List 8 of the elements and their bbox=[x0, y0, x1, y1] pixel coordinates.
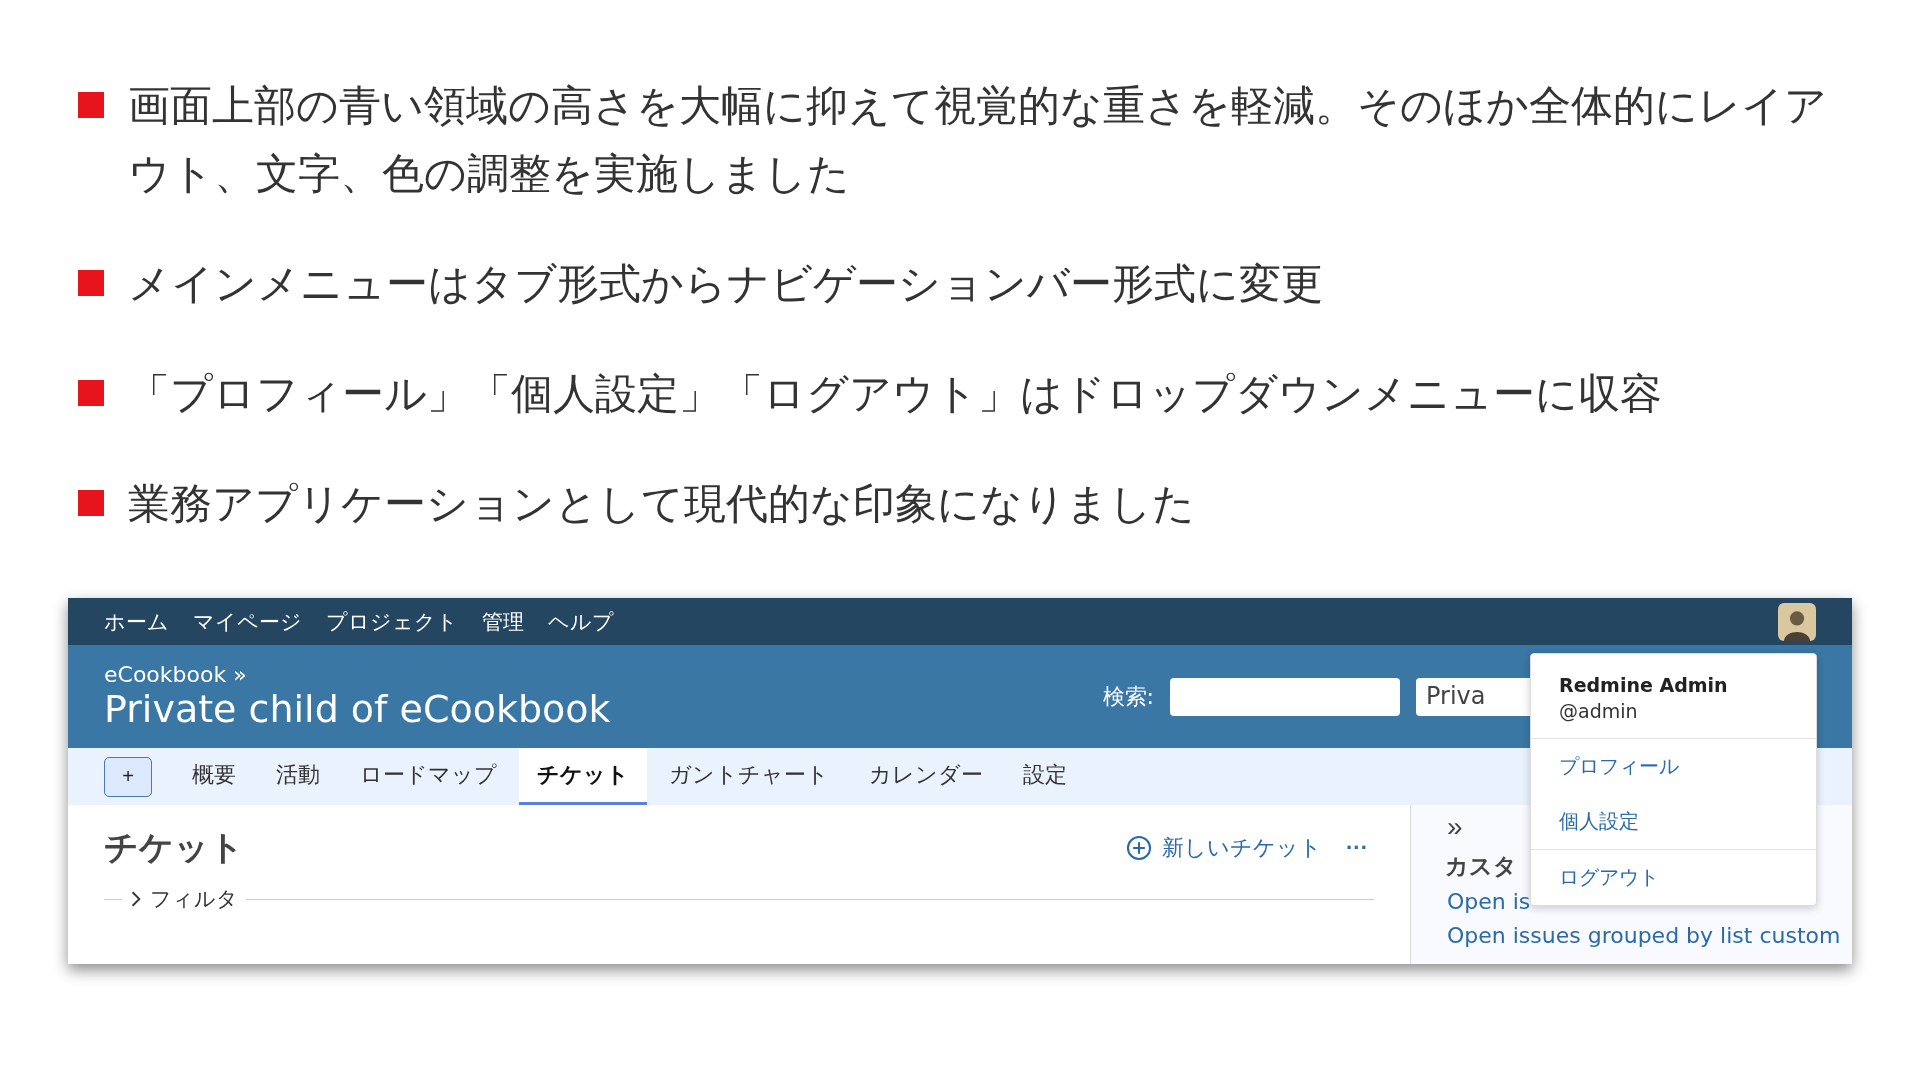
bullet-text: 画面上部の青い領域の高さを大幅に抑えて視覚的な重さを軽減。そのほか全体的にレイアウト、文字、色の調整を実施しました bbox=[128, 80, 1828, 200]
bullet-text: 業務アプリケーションとして現代的な印象になりました bbox=[128, 478, 1195, 530]
search-label: 検索: bbox=[1102, 682, 1154, 711]
sidebar-title: カスタ bbox=[1445, 852, 1517, 881]
bullet-text: 「プロフィール」「個人設定」「ログアウト」はドロップダウンメニューに収容 bbox=[128, 368, 1662, 420]
bullet-text: メインメニューはタブ形式からナビゲーションバー形式に変更 bbox=[128, 258, 1323, 310]
page-heading: チケット bbox=[104, 826, 244, 869]
project-title: Private child of eCookbook bbox=[104, 687, 611, 731]
